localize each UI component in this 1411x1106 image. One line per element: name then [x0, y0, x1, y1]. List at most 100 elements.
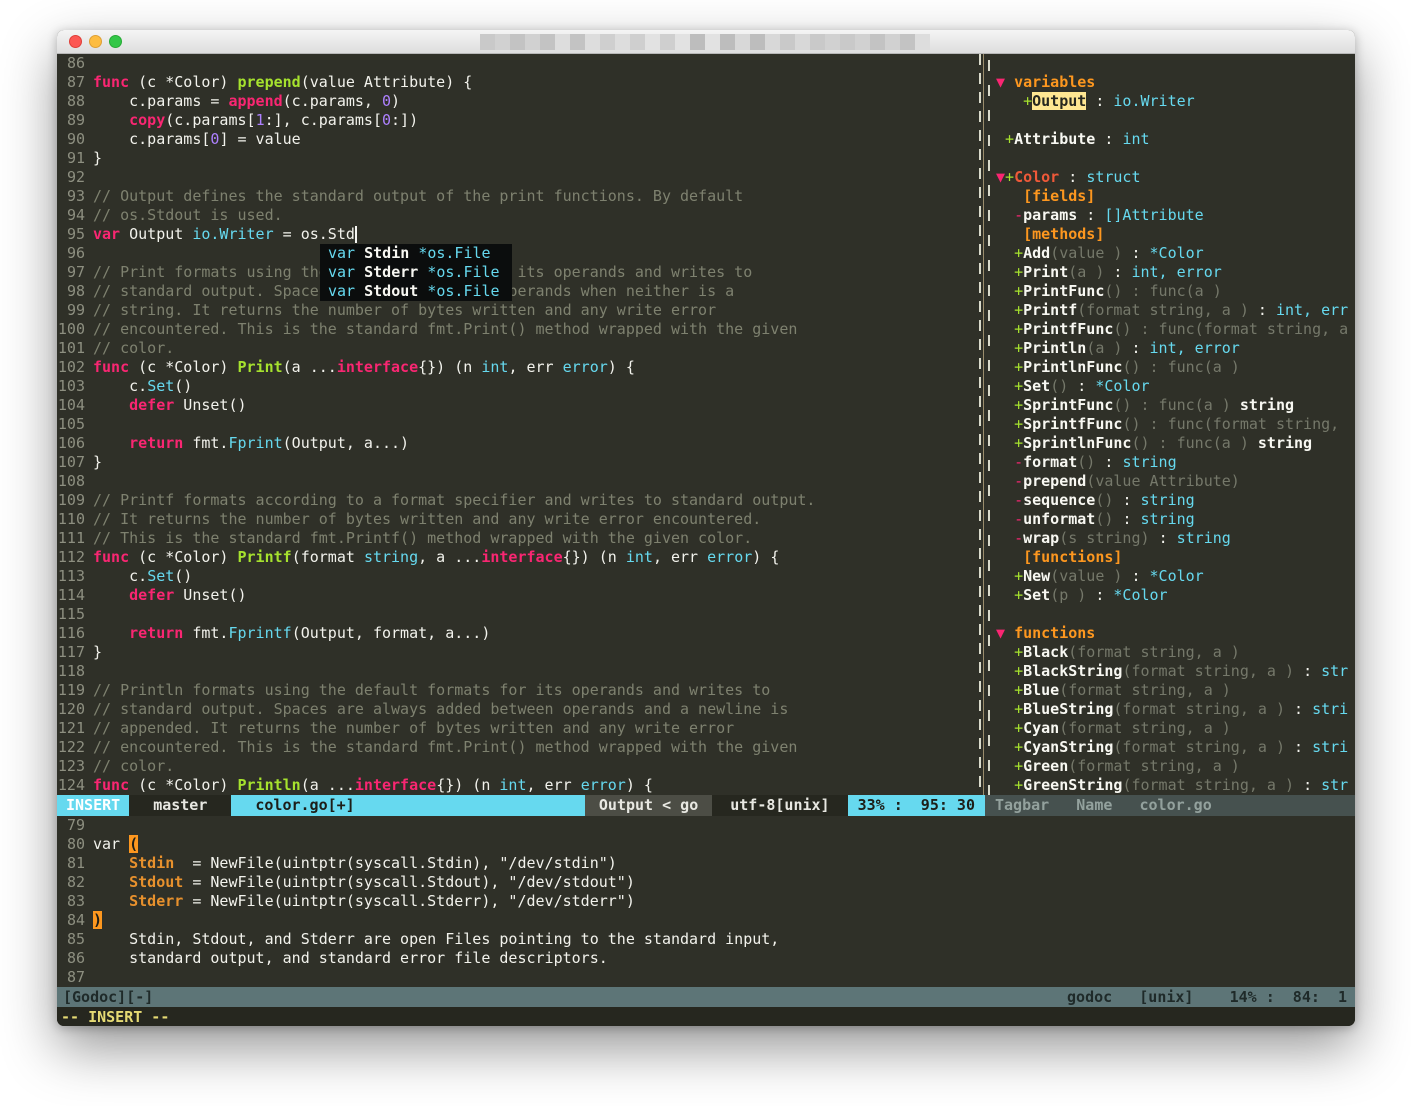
tagbar-row[interactable]: +PrintfFunc() : func(format string, a [993, 320, 1355, 339]
tagbar-row[interactable] [993, 605, 1355, 624]
code-line[interactable]: 118 [57, 662, 975, 681]
tagbar-sidebar[interactable]: ▼ variables +Output : io.Writer +Attribu… [993, 54, 1355, 795]
tagbar-row[interactable]: +CyanString(format string, a ) : stri [993, 738, 1355, 757]
code-line[interactable]: 111// This is the standard fmt.Printf() … [57, 529, 975, 548]
godoc-line[interactable]: 85 Stdin, Stdout, and Stderr are open Fi… [57, 930, 1355, 949]
code-text: defer Unset() [93, 586, 247, 605]
code-line[interactable]: 103 c.Set() [57, 377, 975, 396]
tagbar-row[interactable]: +New(value ) : *Color [993, 567, 1355, 586]
vertical-split-separator[interactable] [975, 54, 993, 795]
tagbar-row[interactable]: +GreenString(format string, a ) : str [993, 776, 1355, 795]
zoom-button[interactable] [109, 35, 122, 48]
code-line[interactable]: 87func (c *Color) prepend(value Attribut… [57, 73, 975, 92]
godoc-line[interactable]: 83 Stderr = NewFile(uintptr(syscall.Stde… [57, 892, 1355, 911]
code-line[interactable]: 86 [57, 54, 975, 73]
tagbar-row[interactable]: +Println(a ) : int, error [993, 339, 1355, 358]
tagbar-row[interactable]: [fields] [993, 187, 1355, 206]
godoc-line[interactable]: 84) [57, 911, 1355, 930]
code-line[interactable]: 107} [57, 453, 975, 472]
tagbar-row[interactable]: +SprintfFunc() : func(format string, [993, 415, 1355, 434]
tagbar-row[interactable]: +Set() : *Color [993, 377, 1355, 396]
tagbar-row[interactable]: [functions] [993, 548, 1355, 567]
code-line[interactable]: 124func (c *Color) Println(a ...interfac… [57, 776, 975, 795]
code-line[interactable]: 122// encountered. This is the standard … [57, 738, 975, 757]
minimize-button[interactable] [89, 35, 102, 48]
completion-item[interactable]: var Stdout *os.File [320, 282, 512, 301]
tagbar-row[interactable]: ▼ variables [993, 73, 1355, 92]
tagbar-row[interactable]: -unformat() : string [993, 510, 1355, 529]
code-line[interactable]: 100// encountered. This is the standard … [57, 320, 975, 339]
code-line[interactable]: 88 c.params = append(c.params, 0) [57, 92, 975, 111]
tagbar-row[interactable]: +SprintlnFunc() : func(a ) string [993, 434, 1355, 453]
code-line[interactable]: 102func (c *Color) Print(a ...interface{… [57, 358, 975, 377]
tagbar-row[interactable]: -params : []Attribute [993, 206, 1355, 225]
tagbar-row[interactable]: -format() : string [993, 453, 1355, 472]
code-line[interactable]: 98// standard output. Spaces are added b… [57, 282, 975, 301]
godoc-preview-window[interactable]: 7980var (81 Stdin = NewFile(uintptr(sysc… [57, 816, 1355, 987]
code-line[interactable]: 113 c.Set() [57, 567, 975, 586]
tagbar-row[interactable]: [methods] [993, 225, 1355, 244]
tagbar-row[interactable]: ▼ functions [993, 624, 1355, 643]
close-button[interactable] [69, 35, 82, 48]
tagbar-row[interactable] [993, 54, 1355, 73]
tagbar-row[interactable] [993, 149, 1355, 168]
code-line[interactable]: 116 return fmt.Fprintf(Output, format, a… [57, 624, 975, 643]
tagbar-row[interactable]: -prepend(value Attribute) [993, 472, 1355, 491]
tagbar-row[interactable]: +PrintFunc() : func(a ) [993, 282, 1355, 301]
tagbar-row[interactable]: +Printf(format string, a ) : int, err [993, 301, 1355, 320]
completion-item[interactable]: var Stdin *os.File [320, 244, 512, 263]
code-line[interactable]: 106 return fmt.Fprint(Output, a...) [57, 434, 975, 453]
code-line[interactable]: 96 [57, 244, 975, 263]
tagbar-row[interactable]: +Cyan(format string, a ) [993, 719, 1355, 738]
code-line[interactable]: 97// Print formats using the default for… [57, 263, 975, 282]
code-line[interactable]: 121// appended. It returns the number of… [57, 719, 975, 738]
code-line[interactable]: 115 [57, 605, 975, 624]
code-line[interactable]: 101// color. [57, 339, 975, 358]
code-line[interactable]: 93// Output defines the standard output … [57, 187, 975, 206]
godoc-line[interactable]: 82 Stdout = NewFile(uintptr(syscall.Stdo… [57, 873, 1355, 892]
code-line[interactable]: 90 c.params[0] = value [57, 130, 975, 149]
code-line[interactable]: 91} [57, 149, 975, 168]
code-line[interactable]: 112func (c *Color) Printf(format string,… [57, 548, 975, 567]
tagbar-row[interactable]: +PrintlnFunc() : func(a ) [993, 358, 1355, 377]
godoc-line[interactable]: 79 [57, 816, 1355, 835]
godoc-line[interactable]: 86 standard output, and standard error f… [57, 949, 1355, 968]
code-window[interactable]: 8687func (c *Color) prepend(value Attrib… [57, 54, 975, 795]
code-line[interactable]: 104 defer Unset() [57, 396, 975, 415]
code-line[interactable]: 95var Output io.Writer = os.Std [57, 225, 975, 244]
tagbar-row[interactable]: +Green(format string, a ) [993, 757, 1355, 776]
godoc-line[interactable]: 87 [57, 968, 1355, 987]
code-line[interactable]: 108 [57, 472, 975, 491]
code-line[interactable]: 105 [57, 415, 975, 434]
tagbar-row[interactable]: -sequence() : string [993, 491, 1355, 510]
tagbar-row[interactable]: +Set(p ) : *Color [993, 586, 1355, 605]
tagbar-row[interactable]: -wrap(s string) : string [993, 529, 1355, 548]
tagbar-row[interactable]: +SprintFunc() : func(a ) string [993, 396, 1355, 415]
code-line[interactable]: 89 copy(c.params[1:], c.params[0:]) [57, 111, 975, 130]
tagbar-row[interactable]: +Output : io.Writer [993, 92, 1355, 111]
code-text: copy(c.params[1:], c.params[0:]) [93, 111, 418, 130]
code-text: ) [93, 911, 102, 930]
code-line[interactable]: 109// Printf formats according to a form… [57, 491, 975, 510]
code-line[interactable]: 99// string. It returns the number of by… [57, 301, 975, 320]
tagbar-row[interactable]: +BlackString(format string, a ) : str [993, 662, 1355, 681]
code-line[interactable]: 94// os.Stdout is used. [57, 206, 975, 225]
code-line[interactable]: 119// Println formats using the default … [57, 681, 975, 700]
code-line[interactable]: 110// It returns the number of bytes wri… [57, 510, 975, 529]
tagbar-row[interactable]: +Attribute : int [993, 130, 1355, 149]
tagbar-row[interactable]: +Print(a ) : int, error [993, 263, 1355, 282]
code-line[interactable]: 117} [57, 643, 975, 662]
tagbar-row[interactable] [993, 111, 1355, 130]
code-line[interactable]: 92 [57, 168, 975, 187]
code-line[interactable]: 123// color. [57, 757, 975, 776]
godoc-line[interactable]: 80var ( [57, 835, 1355, 854]
godoc-line[interactable]: 81 Stdin = NewFile(uintptr(syscall.Stdin… [57, 854, 1355, 873]
tagbar-row[interactable]: +Black(format string, a ) [993, 643, 1355, 662]
completion-item[interactable]: var Stderr *os.File [320, 263, 512, 282]
tagbar-row[interactable]: ▼+Color : struct [993, 168, 1355, 187]
tagbar-row[interactable]: +Blue(format string, a ) [993, 681, 1355, 700]
code-line[interactable]: 114 defer Unset() [57, 586, 975, 605]
tagbar-row[interactable]: +Add(value ) : *Color [993, 244, 1355, 263]
tagbar-row[interactable]: +BlueString(format string, a ) : stri [993, 700, 1355, 719]
code-line[interactable]: 120// standard output. Spaces are always… [57, 700, 975, 719]
